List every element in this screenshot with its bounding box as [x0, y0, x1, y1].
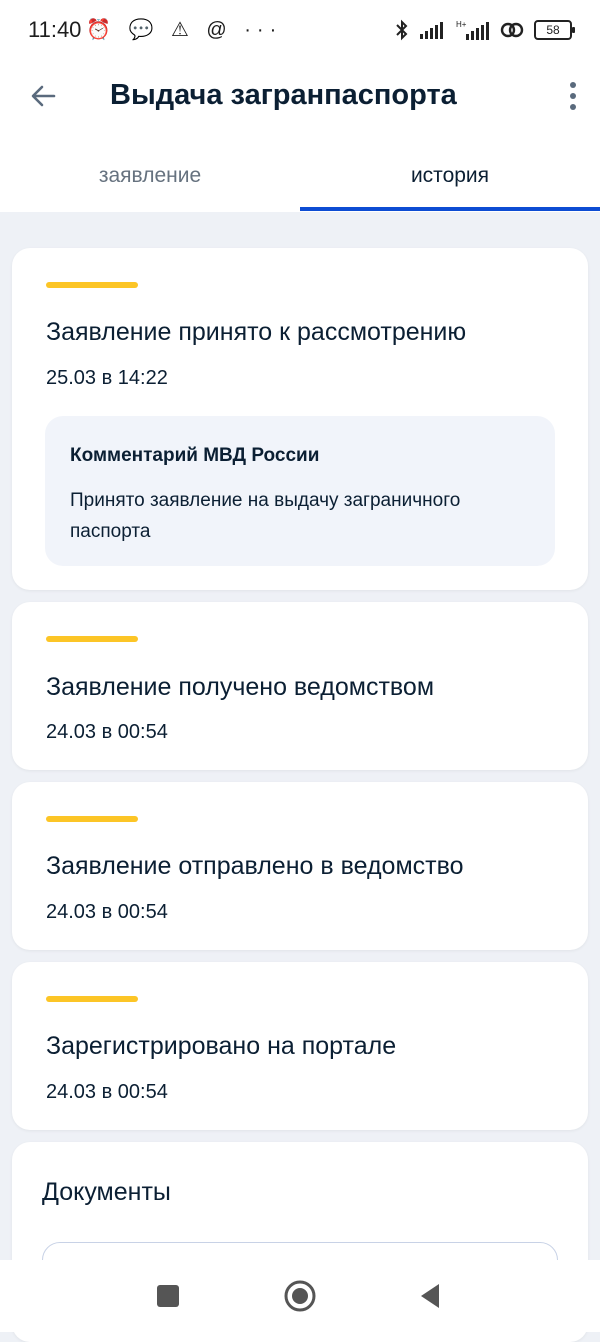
page-title: Выдача загранпаспорта	[110, 79, 457, 111]
comment-title: Комментарий МВД России	[70, 445, 320, 466]
system-nav-bar	[0, 1260, 600, 1332]
status-accent-bar	[46, 282, 138, 288]
battery-icon: 58	[534, 20, 575, 40]
back-triangle-icon[interactable]	[412, 1278, 448, 1314]
status-accent-bar	[46, 816, 138, 822]
tab-history[interactable]: история	[300, 164, 600, 188]
status-accent-bar	[46, 636, 138, 642]
tab-bar: заявление история	[0, 152, 600, 212]
status-icons-right: H+ 58	[394, 18, 575, 42]
history-status-title: Зарегистрировано на портале	[46, 1032, 397, 1060]
history-card: Зарегистрировано на портале 24.03 в 00:5…	[12, 962, 588, 1130]
signal-icon	[420, 22, 443, 39]
history-status-title: Заявление принято к рассмотрению	[46, 318, 467, 346]
recent-apps-icon[interactable]	[150, 1278, 186, 1314]
documents-title: Документы	[42, 1178, 171, 1206]
svg-text:H+: H+	[456, 20, 467, 29]
active-tab-indicator	[300, 207, 600, 211]
tab-application[interactable]: заявление	[0, 164, 300, 188]
history-status-date: 25.03 в 14:22	[46, 367, 168, 389]
status-accent-bar	[46, 996, 138, 1002]
signal-hplus-icon: H+	[456, 20, 489, 40]
more-vert-icon[interactable]	[568, 80, 578, 112]
history-status-date: 24.03 в 00:54	[46, 1081, 168, 1103]
history-status-date: 24.03 в 00:54	[46, 721, 168, 743]
bluetooth-icon	[396, 19, 408, 41]
history-status-date: 24.03 в 00:54	[46, 901, 168, 923]
comment-box: Комментарий МВД России Принято заявление…	[45, 416, 555, 566]
back-arrow-icon[interactable]	[28, 80, 60, 112]
app-header: Выдача загранпаспорта заявление история	[0, 62, 600, 212]
notification-icons: ⏰ 💬 ⚠ @ ···	[86, 19, 283, 41]
history-status-title: Заявление отправлено в ведомство	[46, 852, 464, 880]
link-icon	[500, 22, 524, 38]
status-bar: 11:40 ⏰ 💬 ⚠ @ ··· H+ 58	[0, 0, 600, 62]
comment-text: Принято заявление на выдачу заграничного…	[70, 490, 461, 542]
history-card: Заявление принято к рассмотрению 25.03 в…	[12, 248, 588, 590]
status-time: 11:40	[28, 17, 82, 42]
history-card: Заявление отправлено в ведомство 24.03 в…	[12, 782, 588, 950]
home-icon[interactable]	[282, 1278, 318, 1314]
history-status-title: Заявление получено ведомством	[46, 673, 435, 701]
history-card: Заявление получено ведомством 24.03 в 00…	[12, 602, 588, 770]
